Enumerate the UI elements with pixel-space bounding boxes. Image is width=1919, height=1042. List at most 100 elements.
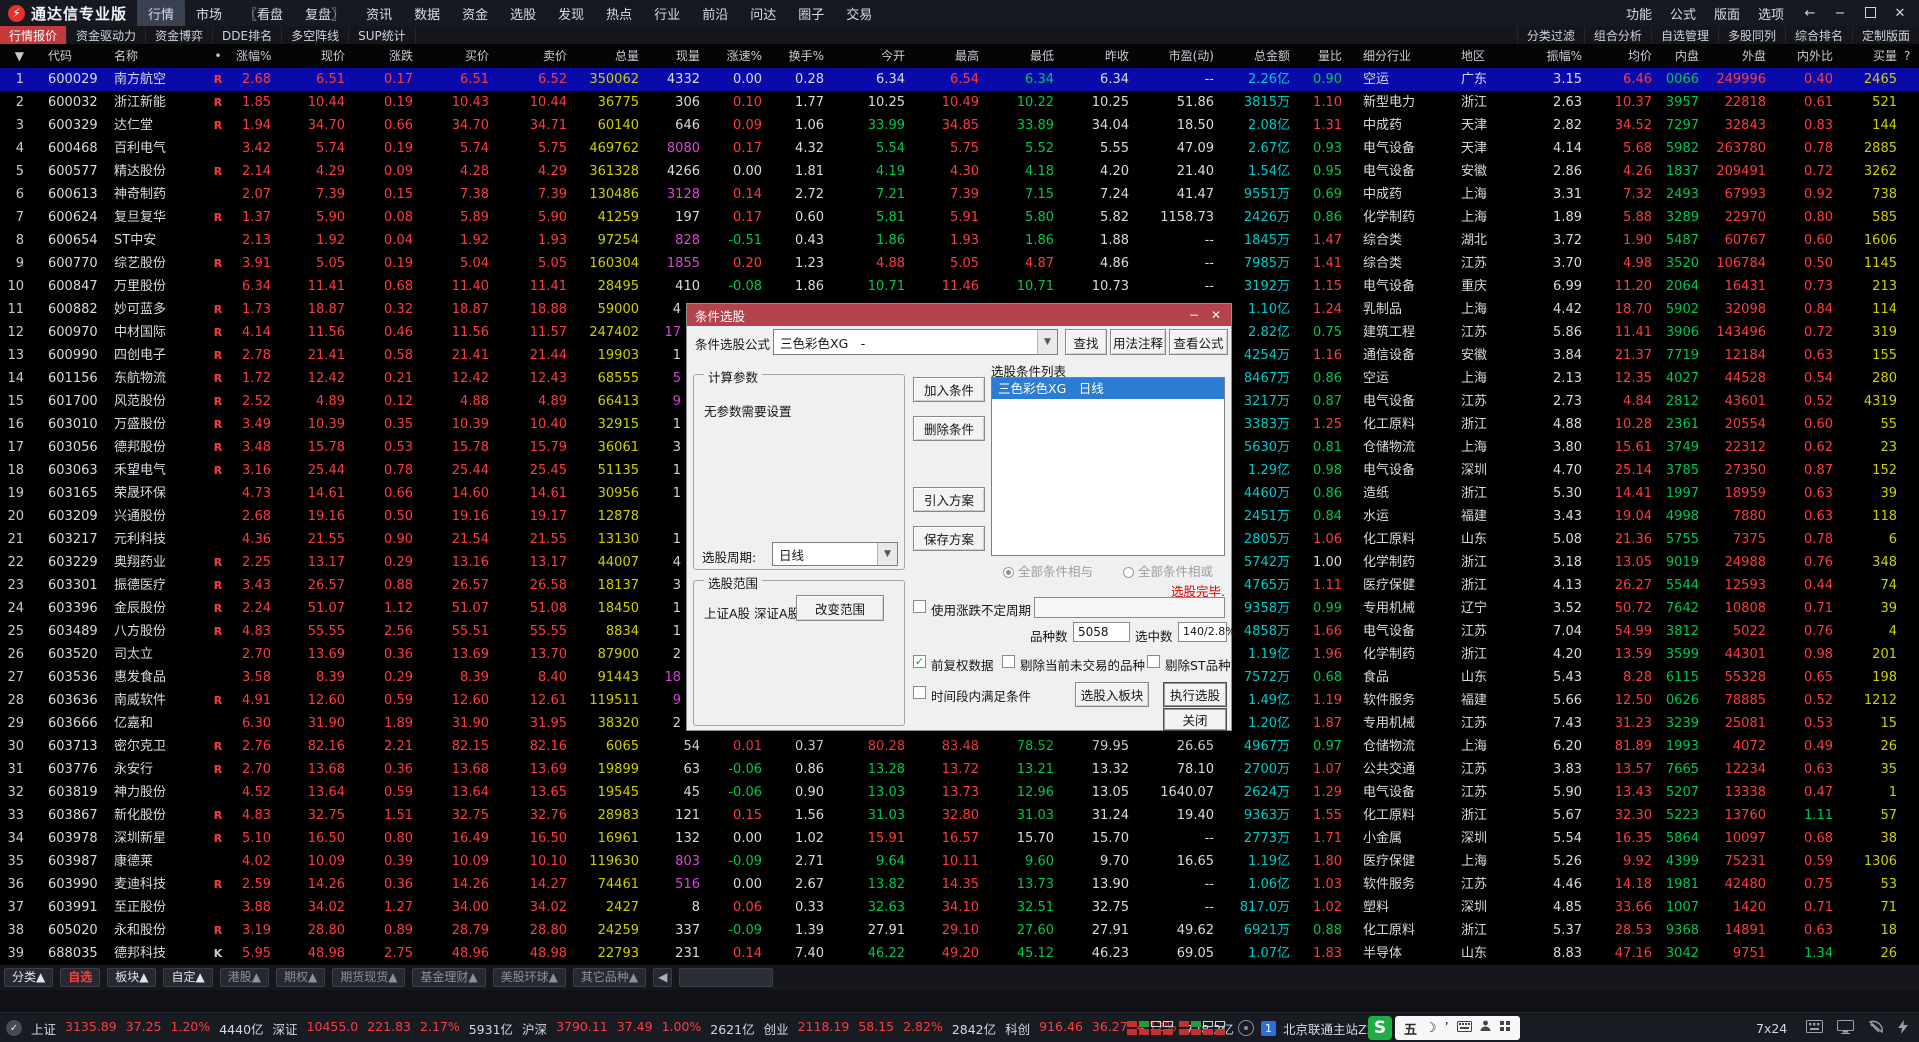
column-header-sell[interactable]: 卖价 bbox=[496, 44, 574, 68]
tab-港股[interactable]: 港股▲ bbox=[219, 968, 269, 987]
column-header-bvol[interactable]: 买量 bbox=[1840, 44, 1904, 68]
column-header-open[interactable]: 今开 bbox=[831, 44, 912, 68]
formula-combobox[interactable]: 三色彩色XG - ▼ bbox=[773, 329, 1058, 355]
column-header-buy[interactable]: 买价 bbox=[420, 44, 496, 68]
menu-item-行情[interactable]: 行情 bbox=[137, 0, 186, 27]
toolbar-item-行情报价[interactable]: 行情报价 bbox=[0, 26, 68, 44]
column-header-ratio[interactable]: 内外比 bbox=[1773, 44, 1840, 68]
column-header-chg[interactable]: 涨跌 bbox=[352, 44, 420, 68]
table-row[interactable]: 36 603990 麦迪科技 R 2.59 14.26 0.36 14.26 14.27 7446… bbox=[0, 873, 1919, 896]
restore-icon[interactable] bbox=[1857, 6, 1883, 21]
toolbar-item-资金博弈[interactable]: 资金博弈 bbox=[146, 26, 214, 44]
table-row[interactable]: 7 600624 复旦复华 R 1.37 5.90 0.08 5.89 5.90 41259 197… bbox=[0, 206, 1919, 229]
menu-item-热点[interactable]: 热点 bbox=[595, 0, 643, 27]
column-header-inn[interactable]: 内盘 bbox=[1659, 44, 1706, 68]
close-button[interactable]: 关闭 bbox=[1163, 708, 1227, 731]
market-heatmap-widget[interactable] bbox=[1127, 1013, 1231, 1042]
menu-item-行业[interactable]: 行业 bbox=[643, 0, 691, 27]
menu-item-前沿[interactable]: 前沿 bbox=[691, 0, 739, 27]
back-icon[interactable]: ← bbox=[1797, 6, 1823, 21]
column-header-out[interactable]: 外盘 bbox=[1706, 44, 1773, 68]
column-header-low[interactable]: 最低 bbox=[986, 44, 1061, 68]
table-row[interactable]: 39 688035 德邦科技 K 5.95 48.98 2.75 48.96 48.98 2279… bbox=[0, 942, 1919, 965]
delete-condition-button[interactable]: 删除条件 bbox=[913, 416, 985, 441]
condition-listbox[interactable]: 三色彩色XG 日线 bbox=[991, 377, 1225, 556]
radio-or[interactable]: 全部条件相或 bbox=[1123, 561, 1213, 580]
tab-基金理财[interactable]: 基金理财▲ bbox=[412, 968, 486, 987]
dialog-title-bar[interactable]: 条件选股 − ✕ bbox=[687, 304, 1231, 326]
tab-scroll-left-icon[interactable]: ◀ bbox=[653, 968, 673, 987]
column-header-turn[interactable]: 换手% bbox=[769, 44, 831, 68]
tab-自选[interactable]: 自选 bbox=[60, 968, 101, 987]
table-row[interactable]: 6 600613 神奇制药 2.07 7.39 0.15 7.38 7.39 130486 312… bbox=[0, 183, 1919, 206]
chevron-down-icon[interactable]: ▼ bbox=[1037, 330, 1057, 354]
table-row[interactable]: 8 600654 ST中安 2.13 1.92 0.04 1.92 1.93 97254 828 -… bbox=[0, 229, 1919, 252]
minimize-icon[interactable]: − bbox=[1827, 6, 1853, 21]
table-row[interactable]: 3 600329 达仁堂 R 1.94 34.70 0.66 34.70 34.71 60140 6… bbox=[0, 114, 1919, 137]
exclude-untraded-checkbox[interactable] bbox=[1002, 655, 1015, 668]
tab-期货现货[interactable]: 期货现货▲ bbox=[332, 968, 406, 987]
toolbar-item-定制版面[interactable]: 定制版面 bbox=[1851, 26, 1919, 44]
tab-板块[interactable]: 板块▲ bbox=[107, 968, 157, 987]
ime-logo-icon[interactable]: S bbox=[1368, 1016, 1392, 1040]
toolbar-item-资金驱动力[interactable]: 资金驱动力 bbox=[67, 26, 147, 44]
table-row[interactable]: 2 600032 浙江新能 R 1.85 10.44 0.19 10.43 10.44 36775… bbox=[0, 91, 1919, 114]
toolbar-item-SUP统计[interactable]: SUP统计 bbox=[349, 26, 416, 44]
toolbar-item-组合分析[interactable]: 组合分析 bbox=[1583, 26, 1651, 44]
column-header-amp[interactable]: 振幅% bbox=[1537, 44, 1589, 68]
table-row[interactable]: 34 603978 深圳新星 R 5.10 16.50 0.80 16.49 16.50 1696… bbox=[0, 827, 1919, 850]
view-formula-button[interactable]: 查看公式 bbox=[1169, 329, 1228, 355]
tab-期权[interactable]: 期权▲ bbox=[275, 968, 326, 987]
toolbar-item-自选管理[interactable]: 自选管理 bbox=[1650, 26, 1718, 44]
index-沪深[interactable]: 沪深 3790.11 37.49 1.00% 2621亿 bbox=[522, 1019, 755, 1038]
table-row[interactable]: 10 600847 万里股份 6.34 11.41 0.68 11.40 11.41 28495… bbox=[0, 275, 1919, 298]
menu-item-〖看盘[interactable]: 〖看盘 bbox=[233, 0, 294, 27]
variable-period-checkbox[interactable] bbox=[913, 600, 926, 613]
tab-分类[interactable]: 分类▲ bbox=[4, 968, 54, 987]
period-combobox[interactable]: 日线 ▼ bbox=[772, 542, 898, 566]
column-header-high[interactable]: 最高 bbox=[912, 44, 986, 68]
server-name[interactable]: 北京联通主站Z2 bbox=[1283, 1019, 1375, 1038]
menu-item-选项[interactable]: 选项 bbox=[1749, 0, 1793, 27]
menu-item-功能[interactable]: 功能 bbox=[1617, 0, 1661, 27]
menu-item-选股[interactable]: 选股 bbox=[499, 0, 547, 27]
dialog-close-icon[interactable]: ✕ bbox=[1207, 307, 1225, 323]
table-row[interactable]: 5 600577 精达股份 R 2.14 4.29 0.09 4.28 4.29 361328 42… bbox=[0, 160, 1919, 183]
column-header-lb[interactable]: 量比 bbox=[1297, 44, 1349, 68]
dialog-minimize-icon[interactable]: − bbox=[1185, 307, 1203, 323]
keypad-icon[interactable] bbox=[1806, 1020, 1823, 1036]
column-header-code[interactable]: 代码 bbox=[34, 44, 112, 68]
menu-item-版面[interactable]: 版面 bbox=[1705, 0, 1749, 27]
column-header-price[interactable]: 现价 bbox=[278, 44, 352, 68]
column-header-ind[interactable]: 细分行业 bbox=[1349, 44, 1457, 68]
table-row[interactable]: 30 603713 密尔克卫 R 2.76 82.16 2.21 82.15 82.16 6065… bbox=[0, 735, 1919, 758]
table-row[interactable]: 32 603819 神力股份 4.52 13.64 0.59 13.64 13.65 19545… bbox=[0, 781, 1919, 804]
index-深证[interactable]: 深证 10455.0 221.83 2.17% 5931亿 bbox=[273, 1019, 514, 1038]
table-row[interactable]: 33 603867 新化股份 R 4.83 32.75 1.51 32.75 32.76 2898… bbox=[0, 804, 1919, 827]
timerange-checkbox[interactable] bbox=[913, 686, 926, 699]
column-header-avg[interactable]: 均价 bbox=[1589, 44, 1659, 68]
column-header-frag[interactable]: ? bbox=[1904, 44, 1915, 68]
menu-item-问达[interactable]: 问达 bbox=[739, 0, 787, 27]
column-header-vol[interactable]: 总量 bbox=[574, 44, 646, 68]
satellite-icon[interactable] bbox=[1868, 1020, 1884, 1037]
menu-item-交易[interactable]: 交易 bbox=[835, 0, 883, 27]
radio-and[interactable]: 全部条件相与 bbox=[1003, 561, 1093, 580]
index-上证[interactable]: 上证 3135.89 37.25 1.20% 4440亿 bbox=[31, 1019, 264, 1038]
execute-pick-button[interactable]: 执行选股 bbox=[1163, 682, 1227, 707]
selected-count-input[interactable]: 140/2.8% bbox=[1178, 622, 1236, 642]
menu-item-资讯[interactable]: 资讯 bbox=[355, 0, 403, 27]
line-badge[interactable]: 1 bbox=[1261, 1020, 1276, 1036]
tab-其它品种[interactable]: 其它品种▲ bbox=[572, 968, 647, 987]
ime-panel[interactable]: 五 ☽ ’ bbox=[1395, 1016, 1520, 1040]
usage-note-button[interactable]: 用法注释 bbox=[1110, 329, 1166, 355]
toolbar-item-DDE排名[interactable]: DDE排名 bbox=[213, 26, 283, 44]
column-header-pct[interactable]: 涨幅% bbox=[236, 44, 278, 68]
column-header-pe[interactable]: 市盈(动) bbox=[1136, 44, 1221, 68]
find-button[interactable]: 查找 bbox=[1065, 329, 1107, 355]
close-icon[interactable]: ✕ bbox=[1887, 6, 1913, 21]
exclude-st-checkbox[interactable] bbox=[1147, 655, 1160, 668]
count-input[interactable]: 5058 bbox=[1073, 622, 1130, 642]
column-header-cur[interactable]: 现量 bbox=[646, 44, 707, 68]
import-plan-button[interactable]: 引入方案 bbox=[913, 487, 985, 512]
